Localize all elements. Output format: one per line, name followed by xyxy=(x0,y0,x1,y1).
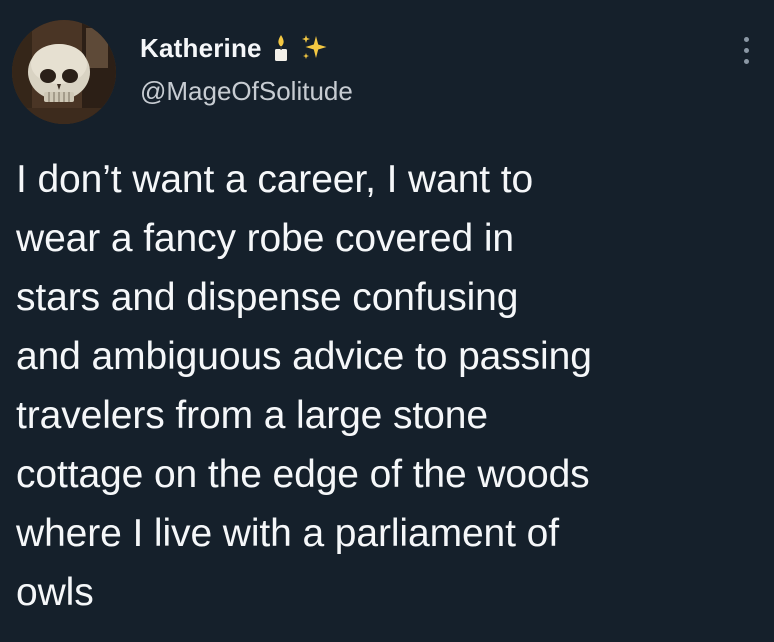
author-name-row: Katherine xyxy=(140,28,330,68)
skull-avatar-image xyxy=(12,20,116,124)
more-dot-icon xyxy=(743,47,749,53)
candle-icon xyxy=(270,33,292,63)
tweet-text-line: wear a fancy robe covered in xyxy=(16,217,514,260)
author-display-name[interactable]: Katherine xyxy=(140,33,262,64)
tweet-text-line: stars and dispense confusing xyxy=(16,276,519,319)
more-dot-icon xyxy=(743,36,749,42)
author-handle[interactable]: @MageOfSolitude xyxy=(140,76,353,107)
tweet-text-line: cottage on the edge of the woods xyxy=(16,453,590,496)
more-options-button[interactable] xyxy=(734,30,758,70)
tweet-text-line: where I live with a parliament of xyxy=(16,512,559,555)
tweet-text-line: travelers from a large stone xyxy=(16,394,488,437)
tweet-card: Katherine @MageOfSolitude I don’t want a… xyxy=(0,0,774,642)
more-dot-icon xyxy=(743,58,749,64)
avatar[interactable] xyxy=(12,20,116,124)
sparkles-icon xyxy=(300,33,330,63)
tweet-text: I don’t want a career, I want to wear a … xyxy=(16,150,764,622)
tweet-text-line: and ambiguous advice to passing xyxy=(16,335,592,378)
tweet-text-line: I don’t want a career, I want to xyxy=(16,158,534,201)
tweet-text-line: owls xyxy=(16,571,94,614)
